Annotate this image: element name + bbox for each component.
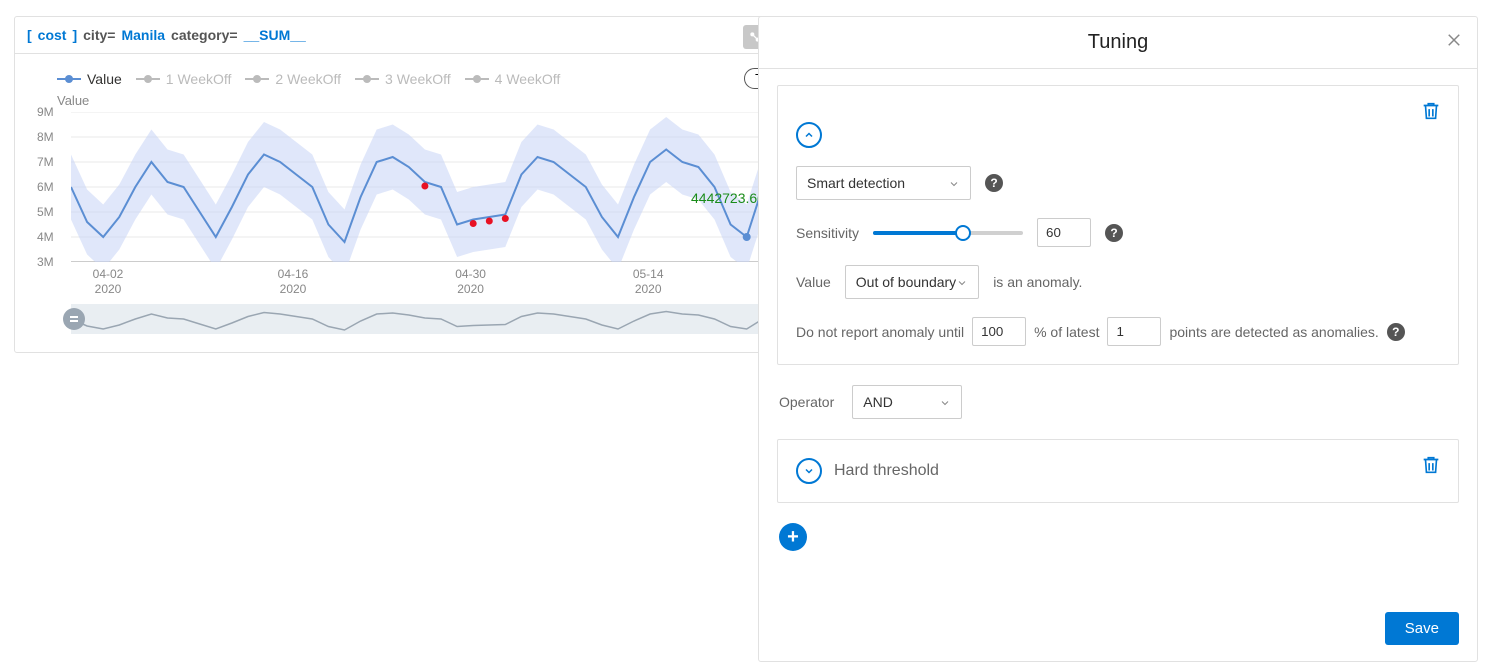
ytick: 6M (37, 180, 54, 194)
metric-name[interactable]: cost (38, 27, 67, 43)
tuning-title: Tuning (1088, 31, 1148, 54)
sensitivity-label: Sensitivity (796, 225, 859, 241)
report-prefix: Do not report anomaly until (796, 324, 964, 340)
expand-toggle[interactable] (796, 458, 822, 484)
breadcrumb: [ cost ] city= Manila category= __SUM__ (15, 17, 833, 53)
chevron-down-icon (948, 177, 960, 189)
chevron-down-icon (939, 396, 951, 408)
bracket-open: [ (27, 27, 32, 43)
delete-hard-threshold[interactable] (1420, 454, 1442, 479)
smart-detection-card: Smart detection ? Sensitivity ? (777, 85, 1459, 365)
operator-label: Operator (779, 394, 834, 410)
boundary-select[interactable]: Out of boundary (845, 265, 979, 299)
ytick: 8M (37, 130, 54, 144)
operator-row: Operator AND (779, 385, 1459, 419)
operator-select[interactable]: AND (852, 385, 962, 419)
legend-1weekoff[interactable]: 1 WeekOff (136, 71, 232, 87)
hard-threshold-title: Hard threshold (834, 462, 939, 480)
ytick: 7M (37, 155, 54, 169)
xtick: 04-022020 (93, 267, 124, 296)
report-suffix: points are detected as anomalies. (1169, 324, 1378, 340)
report-mid: % of latest (1034, 324, 1099, 340)
ytick: 5M (37, 205, 54, 219)
sensitivity-slider[interactable] (873, 223, 1023, 243)
save-button[interactable]: Save (1385, 612, 1459, 645)
tuning-footer: Save (759, 602, 1477, 661)
brush-handle-icon[interactable] (63, 308, 85, 330)
help-icon[interactable]: ? (985, 174, 1003, 192)
brush-strip[interactable] (71, 304, 811, 334)
bracket-close: ] (72, 27, 77, 43)
dim2-value[interactable]: __SUM__ (244, 27, 306, 43)
chart-body: Value 1 WeekOff 2 WeekOff 3 WeekOff 4 We… (15, 53, 833, 352)
dim1-label: city= (83, 27, 115, 43)
close-button[interactable] (1445, 31, 1463, 49)
tuning-header: Tuning (759, 17, 1477, 69)
collapse-toggle[interactable] (796, 122, 822, 148)
report-points-input[interactable] (1107, 317, 1161, 346)
legend-2weekoff[interactable]: 2 WeekOff (245, 71, 341, 87)
plot-area[interactable]: 9M 8M 7M 6M 5M 4M 3M 04-022020 04-162020… (71, 112, 811, 262)
detection-mode-select[interactable]: Smart detection (796, 166, 971, 200)
ytick: 9M (37, 105, 54, 119)
help-icon[interactable]: ? (1105, 224, 1123, 242)
dim2-label: category= (171, 27, 238, 43)
sensitivity-input[interactable] (1037, 218, 1091, 247)
delete-smart-detection[interactable] (1420, 100, 1442, 125)
tuning-body: Smart detection ? Sensitivity ? (759, 69, 1477, 602)
legend-4weekoff[interactable]: 4 WeekOff (465, 71, 561, 87)
y-axis-title: Value (27, 93, 821, 108)
legend: Value 1 WeekOff 2 WeekOff 3 WeekOff 4 We… (27, 68, 821, 95)
chevron-down-icon (956, 276, 968, 288)
help-icon[interactable]: ? (1387, 323, 1405, 341)
legend-3weekoff[interactable]: 3 WeekOff (355, 71, 451, 87)
ytick: 3M (37, 255, 54, 269)
legend-value[interactable]: Value (57, 71, 122, 87)
xtick: 05-142020 (633, 267, 664, 296)
hard-threshold-card: Hard threshold (777, 439, 1459, 503)
tuning-panel: Tuning Smart detection ? Sens (758, 16, 1478, 662)
ytick: 4M (37, 230, 54, 244)
chart-svg (71, 112, 811, 262)
xtick: 04-162020 (278, 267, 309, 296)
xtick: 04-302020 (455, 267, 486, 296)
chart-panel: [ cost ] city= Manila category= __SUM__ … (14, 16, 834, 353)
add-condition-button[interactable]: + (779, 523, 807, 551)
is-anomaly-text: is an anomaly. (993, 274, 1082, 290)
value-label: Value (796, 274, 831, 290)
dim1-value[interactable]: Manila (121, 27, 165, 43)
report-percent-input[interactable] (972, 317, 1026, 346)
